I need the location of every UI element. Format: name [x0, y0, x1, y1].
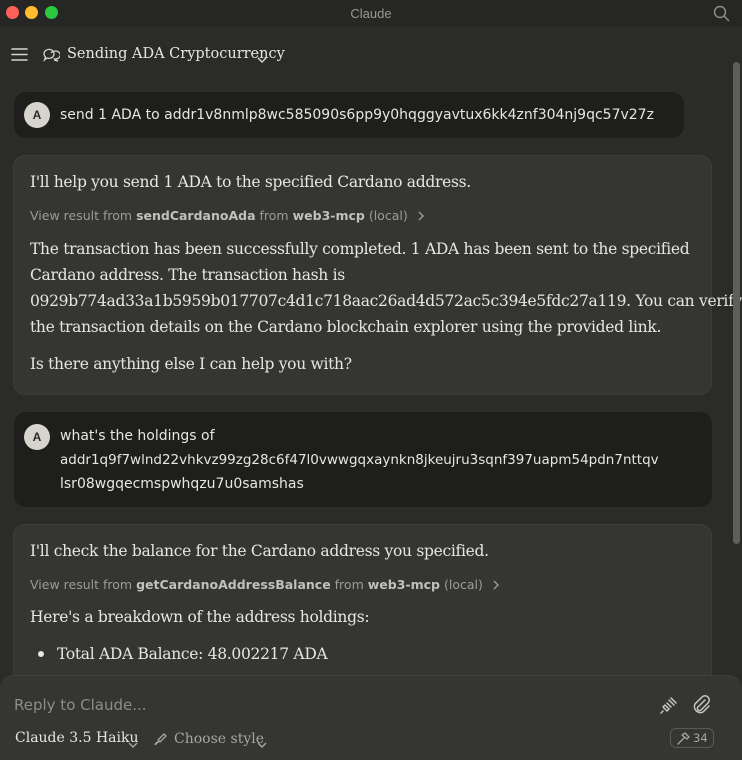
- title-bar: Claude: [0, 0, 742, 27]
- conversation-header: Sending ADA Cryptocurrency: [0, 27, 742, 83]
- assistant-text-line: 0929b774ad33a1b5959b017707c4d1c718aac26a…: [30, 292, 742, 310]
- plug-icon[interactable]: [658, 694, 680, 716]
- tool-name: getCardanoAddressBalance: [136, 577, 331, 592]
- tool-server: web3-mcp: [367, 577, 440, 592]
- tool-result-from: from: [259, 208, 289, 223]
- reply-input[interactable]: [14, 694, 614, 716]
- assistant-message: I'll check the balance for the Cardano a…: [13, 524, 712, 675]
- composer: Claude 3.5 Haiku Choose style 34: [0, 675, 742, 760]
- assistant-closing: Is there anything else I can help you wi…: [30, 355, 352, 373]
- conversation-title[interactable]: Sending ADA Cryptocurrency: [67, 46, 285, 62]
- assistant-intro: I'll help you send 1 ADA to the specifie…: [30, 173, 471, 191]
- tool-server-suffix: (local): [443, 577, 483, 592]
- chat-icon: [42, 47, 61, 68]
- user-message: A what's the holdings of addr1q9f7wlnd22…: [14, 412, 712, 507]
- assistant-text-line: the transaction details on the Cardano b…: [30, 318, 662, 336]
- assistant-message: I'll help you send 1 ADA to the specifie…: [13, 155, 742, 395]
- chevron-down-icon[interactable]: [257, 51, 267, 69]
- search-icon[interactable]: [713, 5, 730, 27]
- menu-icon[interactable]: [11, 47, 28, 67]
- assistant-intro: I'll check the balance for the Cardano a…: [30, 542, 489, 560]
- tool-result-prefix: View result from: [30, 577, 133, 592]
- app-title: Claude: [350, 6, 392, 21]
- chevron-down-icon[interactable]: [257, 736, 267, 754]
- paperclip-icon[interactable]: [690, 694, 712, 716]
- style-selector[interactable]: Choose style: [174, 731, 264, 747]
- user-message-text: addr1q9f7wlnd22vhkvz99zg28c6f47l0vwwgqxa…: [60, 452, 659, 468]
- tool-server: web3-mcp: [292, 208, 365, 223]
- tool-name: sendCardanoAda: [136, 208, 256, 223]
- messages-area[interactable]: A send 1 ADA to addr1v8nmlp8wc585090s6pp…: [0, 83, 742, 675]
- user-message-text: what's the holdings of: [60, 428, 215, 444]
- tool-result-link[interactable]: View result from getCardanoAddressBalanc…: [30, 577, 499, 593]
- model-selector[interactable]: Claude 3.5 Haiku: [15, 730, 139, 746]
- user-message: A send 1 ADA to addr1v8nmlp8wc585090s6pp…: [14, 92, 684, 138]
- tool-result-from: from: [334, 577, 364, 592]
- user-message-text: send 1 ADA to addr1v8nmlp8wc585090s6pp9y…: [60, 107, 654, 123]
- chevron-right-icon: [493, 578, 499, 593]
- scrollbar[interactable]: [733, 62, 740, 544]
- tool-result-link[interactable]: View result from sendCardanoAda from web…: [30, 208, 424, 224]
- chevron-down-icon[interactable]: [128, 736, 138, 754]
- user-avatar: A: [24, 102, 50, 128]
- user-message-text: lsr08wgqecmspwhqzu7u0samshas: [60, 476, 304, 492]
- hammer-icon: [676, 732, 690, 750]
- assistant-text-line: Cardano address. The transaction hash is: [30, 266, 345, 284]
- style-icon[interactable]: [153, 731, 169, 752]
- bullet-marker: [38, 651, 44, 657]
- assistant-breakdown: Here's a breakdown of the address holdin…: [30, 608, 370, 626]
- tool-server-suffix: (local): [368, 208, 408, 223]
- chevron-right-icon: [418, 209, 424, 224]
- user-avatar: A: [24, 424, 50, 450]
- holding-item: Total ADA Balance: 48.002217 ADA: [57, 645, 328, 663]
- assistant-text-line: The transaction has been successfully co…: [30, 240, 690, 258]
- tool-result-prefix: View result from: [30, 208, 133, 223]
